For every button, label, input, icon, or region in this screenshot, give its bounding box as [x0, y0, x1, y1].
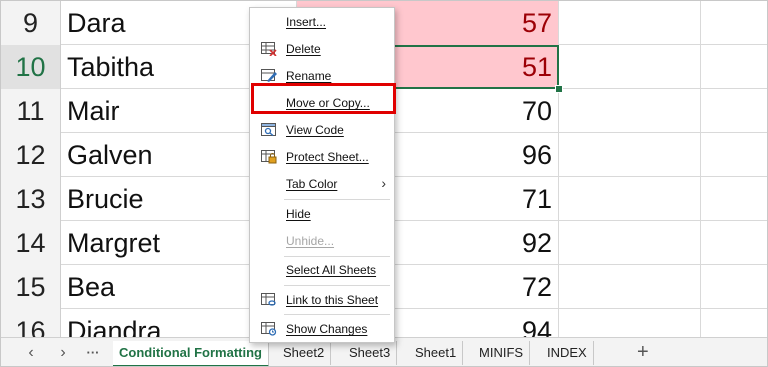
menu-item-protect-sheet[interactable]: Protect Sheet...: [250, 144, 394, 171]
menu-item-label: Protect Sheet...: [286, 150, 369, 164]
empty-cell[interactable]: [559, 265, 701, 309]
empty-cell[interactable]: [559, 177, 701, 221]
row-header[interactable]: 12: [1, 133, 61, 177]
row-header[interactable]: 9: [1, 1, 61, 45]
menu-item-label: View Code: [286, 123, 344, 137]
menu-item-label: Tab Color: [286, 177, 338, 191]
fill-handle[interactable]: [555, 85, 563, 93]
scroll-tabs-left-button[interactable]: ‹: [20, 343, 42, 363]
empty-cell[interactable]: [559, 221, 701, 265]
delete-sheet-icon: [261, 42, 277, 56]
empty-cell[interactable]: [559, 45, 701, 89]
menu-item-view-code[interactable]: View Code: [250, 117, 394, 144]
menu-item-tab-color[interactable]: Tab Color ›: [250, 171, 394, 198]
menu-item-show-changes[interactable]: Show Changes: [250, 316, 394, 343]
show-changes-icon: [261, 322, 277, 336]
tab-sheet3[interactable]: Sheet3: [343, 341, 398, 365]
row-header[interactable]: 13: [1, 177, 61, 221]
tab-conditional-formatting[interactable]: Conditional Formatting: [113, 341, 269, 366]
tab-minifs[interactable]: MINIFS: [473, 341, 531, 365]
new-sheet-button[interactable]: +: [637, 340, 649, 364]
sheet-context-menu: Insert... Delete Rename Move or Copy... …: [249, 7, 395, 343]
menu-item-label: Unhide...: [286, 234, 335, 248]
menu-item-label: Insert...: [286, 15, 327, 29]
menu-separator: [284, 199, 390, 200]
menu-item-label: Link to this Sheet: [286, 293, 379, 307]
menu-item-unhide: Unhide...: [250, 228, 394, 255]
callout-highlight-box: [251, 83, 396, 114]
link-sheet-icon: [261, 293, 276, 306]
row-header[interactable]: 10: [1, 45, 61, 89]
menu-separator: [284, 314, 390, 315]
row-header[interactable]: 11: [1, 89, 61, 133]
rename-sheet-icon: [261, 69, 277, 82]
menu-item-select-all-sheets[interactable]: Select All Sheets: [250, 257, 394, 284]
row-header[interactable]: 14: [1, 221, 61, 265]
menu-item-label: Hide: [286, 207, 311, 221]
submenu-arrow-icon: ›: [381, 175, 386, 191]
empty-cell[interactable]: [559, 133, 701, 177]
menu-item-label: Delete: [286, 42, 321, 56]
menu-item-insert[interactable]: Insert...: [250, 9, 394, 36]
tab-index[interactable]: INDEX: [541, 341, 594, 365]
tab-sheet1[interactable]: Sheet1: [409, 341, 464, 365]
menu-item-label: Select All Sheets: [286, 263, 377, 277]
row-header[interactable]: 15: [1, 265, 61, 309]
view-code-icon: [261, 123, 276, 136]
menu-item-label: Show Changes: [286, 322, 368, 336]
menu-item-hide[interactable]: Hide: [250, 201, 394, 228]
empty-cell[interactable]: [559, 1, 701, 45]
menu-item-delete[interactable]: Delete: [250, 36, 394, 63]
menu-item-link-to-sheet[interactable]: Link to this Sheet: [250, 287, 394, 314]
empty-cell[interactable]: [559, 89, 701, 133]
protect-sheet-icon: [261, 150, 277, 164]
more-tabs-button[interactable]: ···: [82, 343, 104, 363]
scroll-tabs-right-button[interactable]: ›: [52, 343, 74, 363]
tab-sheet2[interactable]: Sheet2: [277, 341, 332, 365]
menu-separator: [284, 285, 390, 286]
